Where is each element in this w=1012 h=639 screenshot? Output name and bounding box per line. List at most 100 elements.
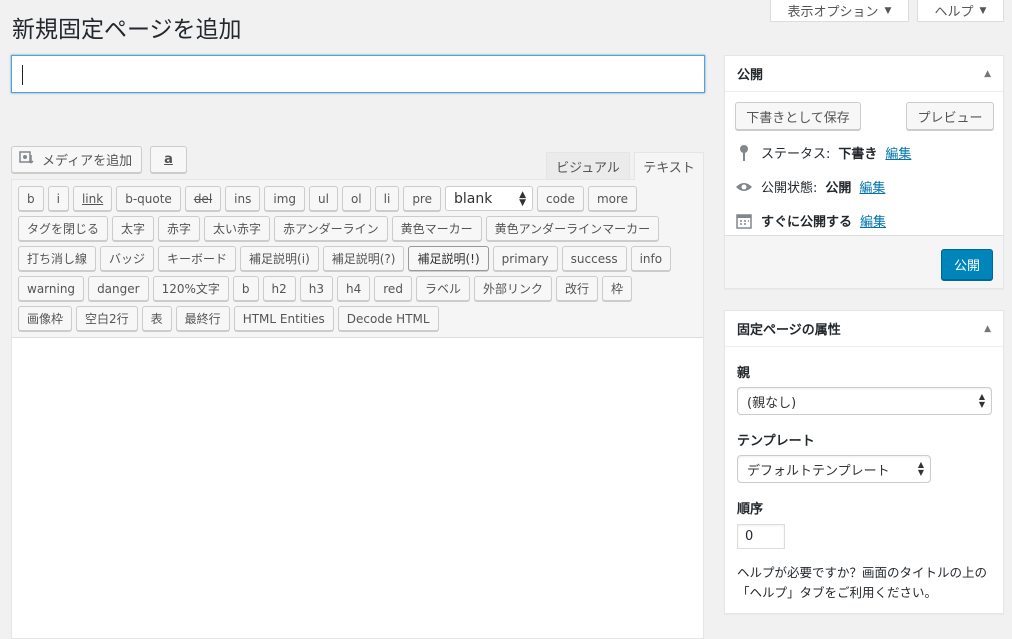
quicktag-button[interactable]: i — [47, 186, 69, 211]
quicktags-row: b i link b-quote del ins img ul ol li pre blank ▲ ▼ co… — [18, 186, 699, 211]
order-input[interactable]: 0 — [737, 524, 785, 549]
quicktag-button[interactable]: b-quote — [116, 186, 181, 211]
collapse-icon[interactable]: ▲ — [984, 69, 991, 79]
quicktag-button[interactable]: 最終行 — [175, 306, 230, 331]
caret-down-icon: ▼ — [979, 5, 987, 16]
quicktag-button[interactable]: 120%文字 — [152, 276, 229, 301]
quicktags-row: warning danger 120%文字 b h2 h3 h4 red ラベル 外部リンク 改行枠 — [18, 276, 699, 301]
quicktags-toolbar: b i link b-quote del ins img ul ol li pre blank ▲ ▼ co… — [12, 180, 703, 338]
page-attributes-header[interactable]: 固定ページの属性 ▲ — [725, 311, 1003, 347]
quicktag-button[interactable]: h4 — [337, 276, 371, 301]
help-button[interactable]: ヘルプ ▼ — [917, 0, 1004, 22]
screen-options-label: 表示オプション — [787, 5, 879, 20]
visibility-value: 公開 — [825, 181, 852, 196]
quicktag-button[interactable]: link — [72, 186, 113, 211]
quicktag-button[interactable]: h2 — [262, 276, 296, 301]
quicktag-button[interactable]: 補足説明(i) — [240, 246, 319, 271]
edit-status-link[interactable]: 編集 — [885, 143, 911, 162]
schedule-row: すぐに公開する 編集 — [735, 211, 886, 230]
preview-button[interactable]: プレビュー — [906, 102, 994, 130]
schedule-label: すぐに公開する — [761, 215, 853, 230]
quicktag-button[interactable]: 補足説明(!) — [408, 246, 489, 271]
quicktag-button[interactable]: 補足説明(?) — [322, 246, 405, 271]
add-media-button[interactable]: メディアを追加 — [11, 146, 142, 173]
edit-schedule-link[interactable]: 編集 — [860, 211, 886, 230]
quicktag-button[interactable]: Decode HTML — [337, 306, 439, 331]
quicktag-button[interactable]: バッジ — [100, 246, 155, 271]
template-select[interactable]: デフォルトテンプレート ▲ ▼ — [737, 455, 931, 483]
quicktag-button[interactable]: ol — [341, 186, 371, 211]
quicktag-button[interactable]: ラベル — [415, 276, 470, 301]
visibility-row: 公開状態: 公開 編集 — [735, 177, 885, 196]
quicktag-button[interactable]: red — [374, 276, 412, 301]
help-label: ヘルプ — [934, 5, 974, 20]
eye-icon — [735, 181, 753, 193]
publish-box-header[interactable]: 公開 ▲ — [725, 56, 1003, 92]
quicktag-button[interactable]: ins — [225, 186, 261, 211]
quicktag-button[interactable]: 改行 — [555, 276, 598, 301]
quicktag-button[interactable]: del — [184, 186, 222, 211]
quicktag-button[interactable]: 画像枠 — [18, 306, 73, 331]
major-publishing-actions: 公開 — [725, 235, 1003, 288]
quicktags-row: 画像枠 空白2行表最終行 HTML Entities Decode HTML — [18, 306, 699, 331]
quicktag-button[interactable]: info — [630, 246, 672, 271]
quicktag-button[interactable]: 空白2行 — [76, 306, 138, 331]
status-label: ステータス: — [761, 147, 831, 162]
quicktag-button[interactable]: b — [232, 276, 259, 301]
quicktag-button[interactable]: 太い赤字 — [204, 216, 271, 241]
parent-select[interactable]: (親なし) ▲ ▼ — [737, 387, 992, 415]
status-row: ステータス: 下書き 編集 — [735, 143, 911, 162]
amazon-icon: a — [164, 152, 173, 167]
quicktag-button[interactable]: more — [587, 186, 638, 211]
publish-box-title: 公開 — [737, 68, 764, 83]
quicktag-button[interactable]: warning — [18, 276, 85, 301]
quicktag-button[interactable]: 赤アンダーライン — [274, 216, 388, 241]
tab-visual[interactable]: ビジュアル — [546, 152, 630, 180]
quicktag-button[interactable]: 外部リンク — [473, 276, 552, 301]
quicktags-row: タグを閉じる 太字 赤字 太い赤字 赤アンダーライン 黄色マーカー 黄色アンダーラインマーカ… — [18, 216, 699, 241]
select-arrows-icon: ▲ ▼ — [917, 460, 924, 477]
quicktag-button[interactable]: success — [561, 246, 627, 271]
quicktag-button[interactable]: キーボード — [158, 246, 237, 271]
title-input[interactable] — [11, 55, 705, 93]
template-select-value: デフォルトテンプレート — [747, 463, 890, 479]
quicktag-button[interactable]: 黄色マーカー — [391, 216, 482, 241]
amazon-button[interactable]: a — [150, 146, 187, 173]
quicktag-button[interactable]: 太字 — [112, 216, 155, 241]
status-value: 下書き — [838, 147, 878, 162]
collapse-icon[interactable]: ▲ — [984, 324, 991, 334]
quicktag-button[interactable]: danger — [88, 276, 149, 301]
publish-button[interactable]: 公開 — [941, 249, 993, 280]
quicktag-button[interactable]: 表 — [141, 306, 172, 331]
editor: b i link b-quote del ins img ul ol li pre blank ▲ ▼ co… — [11, 179, 704, 639]
quicktag-button[interactable]: b — [18, 186, 44, 211]
quicktag-select[interactable]: blank ▲ ▼ — [444, 186, 533, 211]
order-label: 順序 — [737, 502, 764, 517]
page-attributes-title: 固定ページの属性 — [737, 323, 841, 338]
quicktags-row: 打ち消し線 バッジ キーボード 補足説明(i) 補足説明(?) 補足説明(!) primar… — [18, 246, 699, 271]
visibility-label: 公開状態: — [761, 181, 818, 196]
parent-select-value: (親なし) — [747, 395, 797, 411]
screen-options-button[interactable]: 表示オプション ▼ — [770, 0, 909, 22]
quicktag-button[interactable]: ul — [309, 186, 338, 211]
quicktag-button[interactable]: primary — [492, 246, 558, 271]
media-icon — [19, 150, 37, 170]
quicktag-button[interactable]: 枠 — [601, 276, 632, 301]
quicktag-button[interactable]: タグを閉じる — [18, 216, 109, 241]
quicktag-button[interactable]: HTML Entities — [233, 306, 334, 331]
edit-visibility-link[interactable]: 編集 — [859, 177, 885, 196]
quicktag-button[interactable]: h3 — [299, 276, 334, 301]
help-text: ヘルプが必要ですか？画面のタイトルの上の「ヘルプ」タブをご利用ください。 — [737, 565, 988, 600]
quicktag-button[interactable]: 赤字 — [158, 216, 201, 241]
tab-text[interactable]: テキスト — [634, 152, 704, 180]
quicktag-button[interactable]: img — [264, 186, 305, 211]
quicktag-button[interactable]: 黄色アンダーラインマーカー — [485, 216, 660, 241]
pin-icon — [735, 144, 753, 162]
page-attributes-box: 固定ページの属性 ▲ 親 (親なし) ▲ ▼ テンプレート デフォルトテンプレート… — [724, 310, 1004, 614]
save-draft-button[interactable]: 下書きとして保存 — [735, 102, 861, 130]
quicktag-button[interactable]: li — [374, 186, 400, 211]
quicktag-button[interactable]: 打ち消し線 — [18, 246, 97, 271]
quicktag-button[interactable]: code — [536, 186, 584, 211]
content-textarea[interactable] — [12, 338, 703, 638]
quicktag-button[interactable]: pre — [403, 186, 441, 211]
